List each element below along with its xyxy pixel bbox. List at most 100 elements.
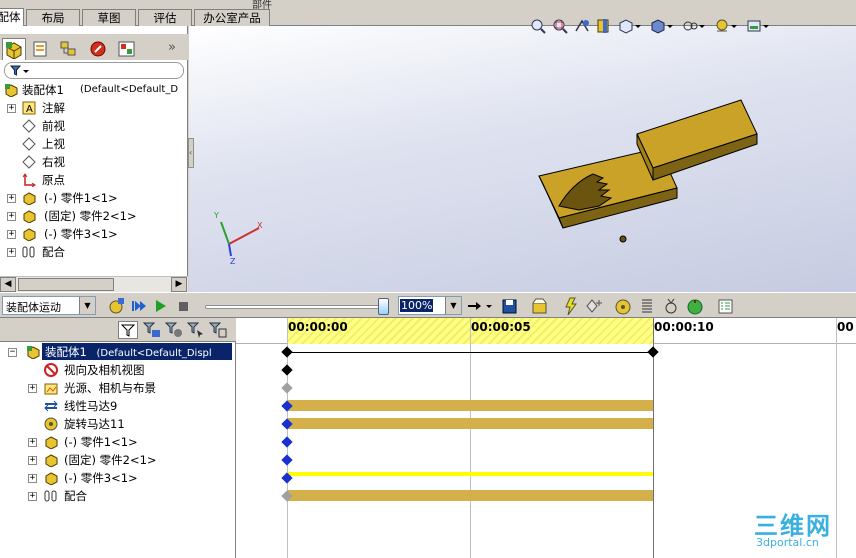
results-plots-icon[interactable] [716,297,734,315]
scroll-left-icon[interactable]: ◀ [0,277,16,292]
rotary-motor-icon [44,417,58,431]
tab-layout[interactable]: 布局 [26,9,80,26]
contact-icon[interactable] [662,297,680,315]
dimxpert-tab[interactable] [88,39,110,59]
property-manager-tab[interactable] [30,39,52,59]
expand-chevron-icon[interactable]: » [168,40,176,55]
motion-tree-mates[interactable]: + 配合 [0,487,236,505]
playback-slider-track[interactable] [205,305,385,309]
motion-tree-part1[interactable]: + (-) 零件1<1> [0,433,236,451]
svg-text:X: X [257,221,263,230]
expand-icon: + [7,103,16,113]
tree-item-part3[interactable]: + (-) 零件3<1> [0,225,188,243]
hide-show-items-icon [683,21,705,31]
assembly-icon [5,84,18,97]
motion-tree-rotary-motor[interactable]: 旋转马达11 [0,415,236,433]
graphics-viewport[interactable]: ‹ X Y Z [188,19,856,292]
study-type-select[interactable]: 装配体运动 ▼ [2,296,96,315]
playback-speed-select[interactable]: 100% ▼ [398,296,462,315]
playback-slider-thumb[interactable] [378,298,389,315]
filter-driving-icon[interactable] [164,321,184,339]
mates-track[interactable] [287,490,653,501]
filter-animated-icon[interactable] [142,321,162,339]
expand-icon: + [7,229,16,239]
part3-track[interactable] [287,472,653,476]
filter-selected-icon[interactable] [186,321,206,339]
expand-icon: + [28,491,37,501]
filter-all-button[interactable] [118,321,138,339]
tab-evaluate[interactable]: 评估 [138,9,192,26]
animation-wizard-icon[interactable] [530,297,548,315]
tree-item-front-plane[interactable]: 前视 [0,117,188,135]
linear-motor-track[interactable] [287,400,653,411]
tab-assembly[interactable]: 配体 [0,8,24,27]
horizontal-scrollbar[interactable]: ◀ ▶ [0,276,188,292]
collapse-icon: − [8,347,17,357]
motion-tree-part3[interactable]: + (-) 零件3<1> [0,469,236,487]
watermark-logo: 三维网 3dportal.cn [754,512,832,549]
tree-item-top-plane[interactable]: 上视 [0,135,188,153]
tab-office-products[interactable]: 办公室产品 [194,9,270,26]
motion-manager-tree: − 装配体1 (Default<Default_Displ 视向及相机视图 + … [0,318,236,558]
linear-motor-icon [44,400,58,412]
previous-view-icon [575,19,589,32]
zoom-to-fit-icon [531,19,546,34]
svg-text:Z: Z [230,257,236,266]
play-icon[interactable] [152,297,170,315]
rotary-motor-track[interactable] [287,418,653,429]
part-icon [23,228,36,241]
feature-manager-tab[interactable] [2,38,26,60]
gravity-icon[interactable] [686,297,704,315]
spring-icon[interactable] [638,297,656,315]
plane-icon [22,119,36,133]
svg-text:A: A [26,104,33,115]
chevron-down-icon[interactable]: ▼ [445,297,461,314]
expand-icon: + [28,473,37,483]
tab-sketch[interactable]: 草图 [82,9,136,26]
scroll-right-icon[interactable]: ▶ [171,277,187,292]
save-animation-icon[interactable] [500,297,518,315]
part-icon [45,472,58,485]
tree-item-part2[interactable]: + (固定) 零件2<1> [0,207,188,225]
play-from-start-icon[interactable] [130,297,148,315]
motion-tree-root[interactable]: − 装配体1 (Default<Default_Displ [0,343,236,361]
motion-tree-lights[interactable]: + 光源、相机与布景 [0,379,236,397]
expand-icon: + [28,437,37,447]
lights-icon [44,383,58,395]
plane-icon [22,155,36,169]
stop-icon[interactable] [174,297,192,315]
chevron-down-icon[interactable]: ▼ [79,297,95,314]
scroll-thumb[interactable] [18,278,114,291]
sort-icon[interactable] [208,321,228,339]
root-track-line [287,352,653,353]
filter-icon [10,65,29,76]
origin-icon [22,173,36,187]
configuration-manager-tab[interactable] [58,39,80,59]
tree-item-origin[interactable]: 原点 [0,171,188,189]
tree-item-right-plane[interactable]: 右视 [0,153,188,171]
filter-box[interactable] [4,62,184,79]
assembly-icon [27,346,40,359]
calculate-icon[interactable] [108,297,126,315]
motion-tree-view-camera[interactable]: 视向及相机视图 [0,361,236,379]
expand-icon: + [7,193,16,203]
display-style-icon [651,19,673,34]
motion-tree-part2[interactable]: + (固定) 零件2<1> [0,451,236,469]
feature-manager-panel: » 装配体1 (Default<Default_D + A 注解 前视 上视 右… [0,26,188,292]
tree-item-part1[interactable]: + (-) 零件1<1> [0,189,188,207]
heads-up-toolbar [531,19,769,34]
tree-item-mates[interactable]: + 配合 [0,243,188,261]
motion-tree-linear-motor[interactable]: 线性马达9 [0,397,236,415]
no-camera-icon [44,363,58,377]
collapse-handle-icon[interactable]: ‹ [188,138,194,168]
playback-mode-icon[interactable] [466,297,496,315]
tree-item-annotations[interactable]: + A 注解 [0,99,188,117]
add-key-icon[interactable] [584,297,606,315]
autokey-icon[interactable] [562,297,580,315]
expand-icon: + [28,383,37,393]
part-icon [45,436,58,449]
mates-icon [44,490,57,502]
scene-icon [747,20,769,32]
display-manager-tab[interactable] [116,39,138,59]
motor-icon[interactable] [614,297,632,315]
